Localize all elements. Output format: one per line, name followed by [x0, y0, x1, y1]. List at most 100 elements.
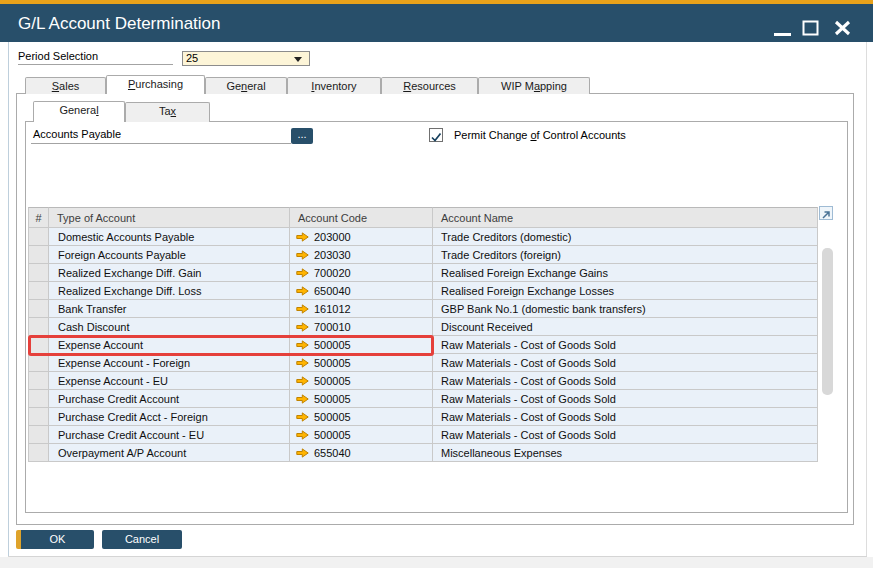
- row-number-cell[interactable]: [28, 390, 49, 408]
- row-number-cell[interactable]: [28, 408, 49, 426]
- row-number-cell[interactable]: [28, 300, 49, 318]
- tab-general[interactable]: General: [205, 77, 287, 94]
- ok-button[interactable]: OK: [16, 530, 94, 549]
- account-code-cell[interactable]: 161012: [290, 300, 433, 318]
- close-button[interactable]: [834, 20, 852, 36]
- period-selection-dropdown[interactable]: 25: [182, 51, 310, 66]
- table-row: Expense Account - EU500005Raw Materials …: [28, 372, 818, 390]
- row-number-cell[interactable]: [28, 246, 49, 264]
- tab-sales[interactable]: Sales: [25, 77, 106, 94]
- table-header-row: # Type of Account Account Code Account N…: [28, 207, 818, 228]
- table-scrollbar-thumb[interactable]: [822, 248, 833, 395]
- account-name-cell[interactable]: Raw Materials - Cost of Goods Sold: [433, 408, 818, 426]
- permit-change-checkbox[interactable]: [429, 128, 443, 142]
- type-of-account-cell[interactable]: Purchase Credit Account: [49, 390, 290, 408]
- account-code-cell[interactable]: 203000: [290, 228, 433, 246]
- account-code-cell[interactable]: 700010: [290, 318, 433, 336]
- account-name-cell[interactable]: Realised Foreign Exchange Losses: [433, 282, 818, 300]
- link-arrow-icon[interactable]: [296, 430, 309, 440]
- table-row: Cash Discount700010Discount Received: [28, 318, 818, 336]
- row-number-cell[interactable]: [28, 354, 49, 372]
- account-code-cell[interactable]: 500005: [290, 354, 433, 372]
- account-name-cell[interactable]: GBP Bank No.1 (domestic bank transfers): [433, 300, 818, 318]
- row-number-cell[interactable]: [28, 372, 49, 390]
- link-arrow-icon[interactable]: [296, 232, 309, 242]
- account-code-cell[interactable]: 500005: [290, 390, 433, 408]
- link-arrow-icon[interactable]: [296, 250, 309, 260]
- permit-change-label: Permit Change of Control Accounts: [454, 129, 626, 141]
- type-of-account-cell[interactable]: Domestic Accounts Payable: [49, 228, 290, 246]
- highlight-red-box: [28, 335, 434, 356]
- dropdown-arrow-icon: [294, 57, 302, 62]
- col-header-name[interactable]: Account Name: [433, 207, 818, 228]
- account-code-cell[interactable]: 700020: [290, 264, 433, 282]
- table-row: Bank Transfer161012GBP Bank No.1 (domest…: [28, 300, 818, 318]
- table-row: Foreign Accounts Payable203030Trade Cred…: [28, 246, 818, 264]
- tab-resources[interactable]: Resources: [381, 77, 478, 94]
- link-arrow-icon[interactable]: [296, 448, 309, 458]
- subtab-general[interactable]: General: [33, 101, 125, 122]
- maximize-button[interactable]: [802, 20, 820, 36]
- titlebar: G/L Account Determination: [0, 4, 873, 42]
- account-code-cell[interactable]: 655040: [290, 444, 433, 462]
- tab-purchasing[interactable]: Purchasing: [106, 75, 205, 94]
- row-number-cell[interactable]: [28, 444, 49, 462]
- col-header-type[interactable]: Type of Account: [49, 207, 290, 228]
- account-name-cell[interactable]: Raw Materials - Cost of Goods Sold: [433, 372, 818, 390]
- account-code-cell[interactable]: 500005: [290, 372, 433, 390]
- type-of-account-cell[interactable]: Bank Transfer: [49, 300, 290, 318]
- type-of-account-cell[interactable]: Expense Account - Foreign: [49, 354, 290, 372]
- row-number-cell[interactable]: [28, 318, 49, 336]
- row-number-cell[interactable]: [28, 426, 49, 444]
- account-code-cell[interactable]: 500005: [290, 426, 433, 444]
- type-of-account-cell[interactable]: Expense Account - EU: [49, 372, 290, 390]
- row-number-cell[interactable]: [28, 228, 49, 246]
- table-row: Domestic Accounts Payable203000Trade Cre…: [28, 228, 818, 246]
- account-code-cell[interactable]: 650040: [290, 282, 433, 300]
- row-number-cell[interactable]: [28, 282, 49, 300]
- table-row: Expense Account - Foreign500005Raw Mater…: [28, 354, 818, 372]
- type-of-account-cell[interactable]: Overpayment A/P Account: [49, 444, 290, 462]
- accounts-payable-browse-button[interactable]: ...: [291, 128, 313, 144]
- account-name-cell[interactable]: Raw Materials - Cost of Goods Sold: [433, 354, 818, 372]
- account-name-cell[interactable]: Trade Creditors (foreign): [433, 246, 818, 264]
- period-selection-label: Period Selection: [18, 50, 173, 65]
- link-arrow-icon[interactable]: [296, 268, 309, 278]
- account-code-cell[interactable]: 500005: [290, 408, 433, 426]
- table-row: Purchase Credit Acct - Foreign500005Raw …: [28, 408, 818, 426]
- type-of-account-cell[interactable]: Cash Discount: [49, 318, 290, 336]
- type-of-account-cell[interactable]: Foreign Accounts Payable: [49, 246, 290, 264]
- account-name-cell[interactable]: Raw Materials - Cost of Goods Sold: [433, 390, 818, 408]
- account-name-cell[interactable]: Miscellaneous Expenses: [433, 444, 818, 462]
- type-of-account-cell[interactable]: Realized Exchange Diff. Gain: [49, 264, 290, 282]
- cancel-button[interactable]: Cancel: [102, 530, 182, 549]
- link-arrow-icon[interactable]: [296, 286, 309, 296]
- row-number-cell[interactable]: [28, 264, 49, 282]
- link-arrow-icon[interactable]: [296, 304, 309, 314]
- account-name-cell[interactable]: Discount Received: [433, 318, 818, 336]
- period-selection-value: 25: [186, 52, 198, 64]
- type-of-account-cell[interactable]: Realized Exchange Diff. Loss: [49, 282, 290, 300]
- link-arrow-icon[interactable]: [296, 376, 309, 386]
- expand-table-icon[interactable]: [819, 206, 833, 220]
- subtab-tax[interactable]: Tax: [125, 102, 210, 122]
- account-name-cell[interactable]: Raw Materials - Cost of Goods Sold: [433, 426, 818, 444]
- link-arrow-icon[interactable]: [296, 394, 309, 404]
- type-of-account-cell[interactable]: Purchase Credit Account - EU: [49, 426, 290, 444]
- minimize-button[interactable]: [774, 21, 792, 37]
- table-row: Overpayment A/P Account655040Miscellaneo…: [28, 444, 818, 462]
- window-title: G/L Account Determination: [18, 14, 221, 34]
- account-name-cell[interactable]: Raw Materials - Cost of Goods Sold: [433, 336, 818, 354]
- link-arrow-icon[interactable]: [296, 412, 309, 422]
- account-name-cell[interactable]: Realised Foreign Exchange Gains: [433, 264, 818, 282]
- tab-inventory[interactable]: Inventory: [287, 77, 381, 94]
- account-code-cell[interactable]: 203030: [290, 246, 433, 264]
- link-arrow-icon[interactable]: [296, 322, 309, 332]
- col-header-code[interactable]: Account Code: [290, 207, 433, 228]
- table-row: Purchase Credit Account - EU500005Raw Ma…: [28, 426, 818, 444]
- col-header-num[interactable]: #: [28, 207, 49, 228]
- type-of-account-cell[interactable]: Purchase Credit Acct - Foreign: [49, 408, 290, 426]
- account-name-cell[interactable]: Trade Creditors (domestic): [433, 228, 818, 246]
- tab-wip-mapping[interactable]: WIP Mapping: [478, 77, 590, 94]
- link-arrow-icon[interactable]: [296, 358, 309, 368]
